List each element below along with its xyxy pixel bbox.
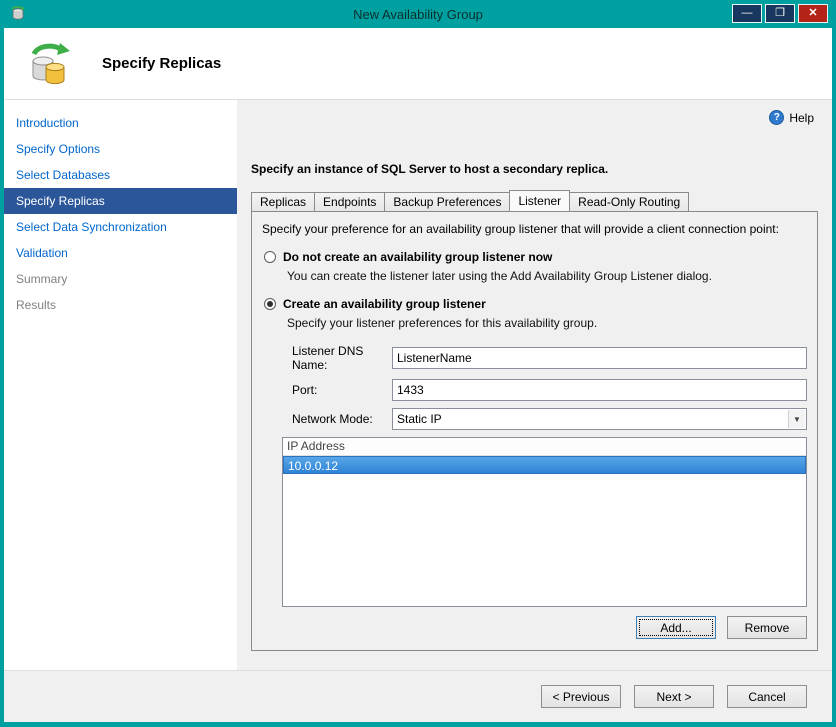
radio-no-listener-label: Do not create an availability group list… — [283, 250, 553, 264]
radio-no-listener[interactable]: Do not create an availability group list… — [264, 250, 809, 264]
radio-create-listener-control[interactable] — [264, 298, 276, 310]
help-label: Help — [789, 110, 814, 125]
add-button[interactable]: Add... — [636, 616, 716, 639]
help-icon: ? — [769, 110, 785, 125]
page-instruction: Specify an instance of SQL Server to hos… — [251, 162, 609, 176]
port-input[interactable] — [392, 379, 807, 401]
titlebar[interactable]: New Availability Group — ❐ ✕ — [4, 0, 832, 28]
next-button[interactable]: Next > — [634, 685, 714, 708]
network-mode-value: Static IP — [397, 412, 442, 426]
main-content: ? Help Specify an instance of SQL Server… — [237, 100, 832, 670]
sidebar-item-results: Results — [16, 298, 57, 312]
sidebar-item-specify-replicas[interactable]: Specify Replicas — [4, 188, 237, 214]
sidebar-item-validation[interactable]: Validation — [4, 240, 237, 266]
remove-button[interactable]: Remove — [727, 616, 807, 639]
sidebar-item-summary: Summary — [16, 272, 68, 286]
ip-address-list[interactable]: IP Address 10.0.0.12 — [282, 437, 807, 607]
sidebar-item-select-data-synchronization[interactable]: Select Data Synchronization — [4, 214, 237, 240]
sidebar-item-select-databases[interactable]: Select Databases — [4, 162, 237, 188]
radio-no-listener-control[interactable] — [264, 251, 276, 263]
radio-create-listener-description: Specify your listener preferences for th… — [287, 316, 598, 330]
wizard-footer: < Previous Next > Cancel — [4, 670, 832, 722]
tab-strip: Replicas Endpoints Backup Preferences Li… — [251, 190, 820, 211]
dialog-client-area: Specify Replicas Introduction Specify Op… — [4, 28, 832, 722]
help-link[interactable]: ? Help — [769, 110, 814, 125]
dns-name-input[interactable] — [392, 347, 807, 369]
sidebar-item-specify-options[interactable]: Specify Options — [4, 136, 237, 162]
tab-endpoints[interactable]: Endpoints — [314, 192, 386, 211]
previous-button[interactable]: < Previous — [541, 685, 621, 708]
ip-address-column-header: IP Address — [283, 438, 806, 456]
wizard-steps-sidebar: Introduction Specify Options Select Data… — [4, 100, 237, 670]
wizard-header: Specify Replicas — [4, 28, 832, 100]
ip-address-row[interactable]: 10.0.0.12 — [283, 456, 806, 474]
listener-intro-text: Specify your preference for an availabil… — [262, 222, 779, 236]
tab-replicas[interactable]: Replicas — [251, 192, 316, 211]
tab-backup-preferences[interactable]: Backup Preferences — [384, 192, 511, 211]
window-controls: — ❐ ✕ — [732, 4, 828, 23]
minimize-button[interactable]: — — [732, 4, 762, 23]
close-button[interactable]: ✕ — [798, 4, 828, 23]
sidebar-item-introduction[interactable]: Introduction — [4, 110, 237, 136]
network-mode-label: Network Mode: — [292, 412, 373, 426]
app-icon — [10, 6, 26, 22]
database-sync-icon — [26, 41, 72, 87]
dialog-window: New Availability Group — ❐ ✕ Specify Rep… — [0, 0, 836, 727]
maximize-button[interactable]: ❐ — [765, 4, 795, 23]
tab-listener[interactable]: Listener — [509, 190, 571, 211]
radio-create-listener[interactable]: Create an availability group listener — [264, 297, 809, 311]
port-label: Port: — [292, 383, 318, 397]
listener-tab-panel: Specify your preference for an availabil… — [251, 211, 818, 651]
radio-no-listener-description: You can create the listener later using … — [287, 269, 712, 283]
radio-create-listener-label: Create an availability group listener — [283, 297, 486, 311]
window-title: New Availability Group — [353, 6, 483, 22]
chevron-down-icon[interactable]: ▼ — [788, 410, 805, 428]
dns-name-label: Listener DNS Name: — [292, 344, 364, 372]
tab-read-only-routing[interactable]: Read-Only Routing — [569, 192, 690, 211]
cancel-button[interactable]: Cancel — [727, 685, 807, 708]
network-mode-select[interactable]: Static IP ▼ — [392, 408, 807, 430]
page-title: Specify Replicas — [102, 55, 222, 72]
